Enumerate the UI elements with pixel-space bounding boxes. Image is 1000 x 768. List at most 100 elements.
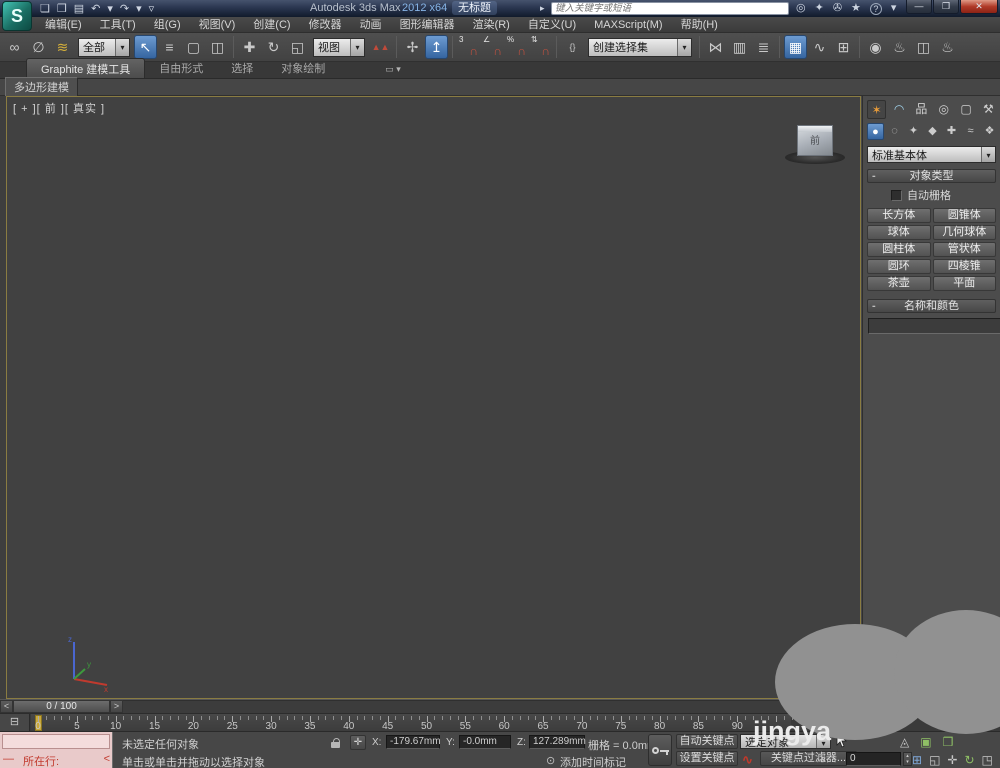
select-and-rotate-icon[interactable]: ↻: [262, 35, 285, 59]
helpers-category-icon[interactable]: ✚: [943, 123, 960, 140]
primitive-button[interactable]: 圆柱体: [867, 242, 931, 257]
select-and-scale-icon[interactable]: ◱: [286, 35, 309, 59]
previous-frame-button[interactable]: <: [0, 700, 13, 713]
primitive-button[interactable]: 球体: [867, 225, 931, 240]
add-time-tag-button[interactable]: 添加时间标记: [560, 754, 626, 768]
key-filters-button[interactable]: 关键点过滤器...: [760, 751, 857, 766]
menu-item[interactable]: 渲染(R): [464, 18, 519, 33]
rendered-frame-window-icon[interactable]: ◫: [912, 35, 935, 59]
edit-named-selections-icon[interactable]: {}: [561, 35, 584, 59]
name-color-rollout-header[interactable]: - 名称和颜色: [867, 299, 996, 313]
create-tab-icon[interactable]: ✶: [867, 100, 887, 119]
menu-item[interactable]: 帮助(H): [672, 18, 727, 33]
menu-item[interactable]: 工具(T): [91, 18, 145, 33]
key-selection-set-dropdown[interactable]: 选定对象 ▾: [740, 734, 831, 749]
coord-x-field[interactable]: -179.67mm: [386, 735, 441, 749]
tab-polygon-modeling[interactable]: 多边形建模: [5, 77, 78, 97]
ribbon-tab[interactable]: 对象绘制: [267, 58, 339, 78]
menu-item[interactable]: 视图(V): [190, 18, 245, 33]
redo-dropdown-icon[interactable]: ▾: [136, 2, 142, 16]
menu-item[interactable]: 组(G): [145, 18, 190, 33]
maximize-viewport-icon[interactable]: ◳: [982, 753, 993, 767]
utilities-tab-icon[interactable]: ⚒: [979, 100, 998, 119]
go-to-start-icon[interactable]: «: [820, 753, 826, 767]
maximize-button[interactable]: ❒: [933, 0, 959, 14]
viewport-label[interactable]: [ + ][ 前 ][ 真实 ]: [13, 100, 105, 116]
next-frame-button[interactable]: >: [110, 700, 123, 713]
primitive-button[interactable]: 茶壶: [867, 276, 931, 291]
menu-item[interactable]: 创建(C): [244, 18, 299, 33]
zoom-region-icon[interactable]: ◱: [929, 753, 940, 767]
listener-expand-icon[interactable]: <: [104, 753, 110, 768]
communication-center-icon[interactable]: ✇: [833, 2, 842, 15]
curve-editor-icon[interactable]: ∿: [808, 35, 831, 59]
named-selection-set-dropdown[interactable]: 创建选择集 ▾: [588, 37, 692, 57]
menu-item[interactable]: 图形编辑器: [391, 18, 464, 33]
menu-item[interactable]: MAXScript(M): [585, 18, 671, 33]
view-cube-front-face[interactable]: 前: [797, 125, 833, 156]
shapes-category-icon[interactable]: ◌: [886, 123, 903, 140]
key-mode-toggle-icon[interactable]: ⊞: [912, 753, 922, 767]
select-by-name-icon[interactable]: ≡: [158, 35, 181, 59]
window-crossing-toggle-icon[interactable]: ◫: [206, 35, 229, 59]
render-production-icon[interactable]: ♨: [936, 35, 959, 59]
primitive-button[interactable]: 平面: [932, 276, 996, 291]
select-and-manipulate-icon[interactable]: ✢: [401, 35, 424, 59]
object-name-field[interactable]: [868, 318, 1000, 334]
orbit-icon[interactable]: ↻: [964, 753, 974, 767]
spinner-down-icon[interactable]: ▾: [904, 759, 911, 765]
minimize-button[interactable]: —: [906, 0, 932, 14]
coord-y-field[interactable]: -0.0mm: [459, 735, 511, 749]
open-mini-curve-editor-icon[interactable]: ⊟: [0, 714, 30, 732]
close-button[interactable]: ✕: [960, 0, 998, 14]
menu-item[interactable]: 动画: [351, 18, 391, 33]
search-icon[interactable]: ◎: [796, 2, 806, 15]
infocenter-options-icon[interactable]: ▾: [891, 2, 897, 15]
object-type-rollout-header[interactable]: - 对象类型: [867, 169, 996, 183]
primitive-button[interactable]: 四棱锥: [932, 259, 996, 274]
snaps-toggle-icon[interactable]: ∩ 3: [457, 35, 480, 59]
zoom-icon[interactable]: ◬: [900, 735, 909, 749]
selection-filter-dropdown[interactable]: 全部 ▾: [78, 37, 130, 57]
material-editor-icon[interactable]: ◉: [864, 35, 887, 59]
zoom-extents-selected-icon[interactable]: ▣: [920, 735, 931, 749]
spinner-snap-icon[interactable]: ∩ ⇅: [529, 35, 552, 59]
primitive-button[interactable]: 圆环: [867, 259, 931, 274]
coord-z-field[interactable]: 127.289mm: [529, 735, 586, 749]
schematic-view-icon[interactable]: ⊞: [832, 35, 855, 59]
search-expander-icon[interactable]: ▸: [540, 3, 545, 14]
select-and-move-icon[interactable]: ✚: [238, 35, 261, 59]
toolbar-options-icon[interactable]: ▿: [149, 2, 155, 16]
autogrid-checkbox[interactable]: [891, 189, 902, 201]
menu-item[interactable]: 修改器: [300, 18, 351, 33]
set-keys-icon[interactable]: [648, 734, 672, 766]
time-slider-track[interactable]: [123, 700, 862, 713]
ribbon-minimize-icon[interactable]: ▭ ▾: [385, 64, 401, 78]
undo-icon[interactable]: ↶: [91, 2, 100, 16]
motion-tab-icon[interactable]: ◎: [934, 100, 953, 119]
keyboard-shortcut-override-icon[interactable]: ↥: [425, 35, 448, 59]
percent-snap-icon[interactable]: ∩%: [505, 35, 528, 59]
time-slider-handle[interactable]: 0 / 100: [13, 700, 110, 713]
zoom-extents-all-icon[interactable]: ❒: [943, 735, 954, 749]
primitive-category-dropdown[interactable]: 标准基本体 ▾: [867, 146, 996, 163]
geometry-category-icon[interactable]: ●: [867, 123, 884, 140]
listener-input[interactable]: [2, 734, 110, 749]
primitive-button[interactable]: 管状体: [932, 242, 996, 257]
render-setup-icon[interactable]: ♨: [888, 35, 911, 59]
menu-item[interactable]: 自定义(U): [519, 18, 585, 33]
ribbon-tab[interactable]: 选择: [217, 58, 267, 78]
primitive-button[interactable]: 圆锥体: [932, 208, 996, 223]
redo-icon[interactable]: ↷: [120, 2, 129, 16]
new-file-icon[interactable]: ❏: [40, 2, 50, 16]
hierarchy-tab-icon[interactable]: 品: [912, 100, 931, 119]
undo-dropdown-icon[interactable]: ▾: [107, 2, 113, 16]
primitive-button[interactable]: 几何球体: [932, 225, 996, 240]
selection-lock-icon[interactable]: [331, 738, 342, 749]
modify-tab-icon[interactable]: ◠: [889, 100, 908, 119]
mirror-icon[interactable]: ⋈: [704, 35, 727, 59]
search-input[interactable]: [551, 2, 789, 15]
select-object-icon[interactable]: ↖: [134, 35, 157, 59]
select-and-link-icon[interactable]: ∞: [3, 35, 26, 59]
save-file-icon[interactable]: ▤: [74, 2, 84, 16]
